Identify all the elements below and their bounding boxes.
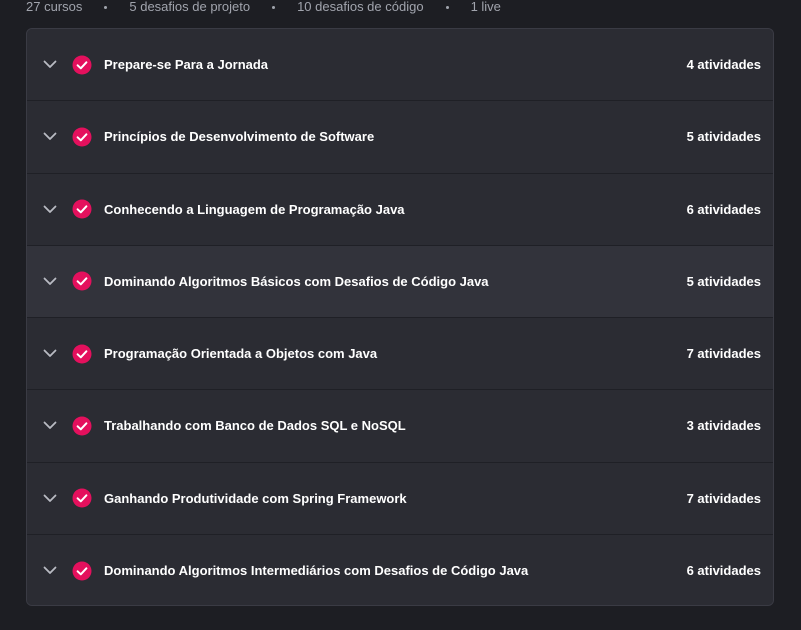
module-title: Ganhando Produtividade com Spring Framew… <box>104 490 407 506</box>
module-activity-count: 6 atividades <box>686 201 761 217</box>
chevron-down-icon[interactable] <box>41 489 59 507</box>
check-circle-icon <box>72 416 92 436</box>
check-circle-icon <box>72 55 92 75</box>
module-row[interactable]: Prepare-se Para a Jornada 4 atividades <box>27 29 773 102</box>
module-row[interactable]: Dominando Algoritmos Intermediários com … <box>27 534 773 605</box>
module-list: Prepare-se Para a Jornada 4 atividades Pri… <box>26 28 774 606</box>
module-row[interactable]: Programação Orientada a Objetos com Java… <box>27 318 773 391</box>
module-activity-count: 4 atividades <box>686 57 761 73</box>
module-row[interactable]: Conhecendo a Linguagem de Programação Ja… <box>27 173 773 246</box>
module-activity-count: 7 atividades <box>686 346 761 362</box>
module-title: Dominando Algoritmos Básicos com Desafio… <box>104 273 489 289</box>
chevron-down-icon[interactable] <box>41 200 59 218</box>
check-circle-icon <box>72 488 92 508</box>
track-stats: 27 cursos 5 desafios de projeto 10 desaf… <box>26 0 501 15</box>
check-circle-icon <box>72 344 92 364</box>
separator-dot <box>104 5 108 9</box>
chevron-down-icon[interactable] <box>41 128 59 146</box>
module-row[interactable]: Dominando Algoritmos Básicos com Desafio… <box>27 245 773 318</box>
module-activity-count: 5 atividades <box>686 129 761 145</box>
chevron-down-icon[interactable] <box>41 56 59 74</box>
module-title: Prepare-se Para a Jornada <box>104 57 269 73</box>
module-title: Conhecendo a Linguagem de Programação Ja… <box>104 201 405 217</box>
chevron-down-icon[interactable] <box>41 345 59 363</box>
module-title: Trabalhando com Banco de Dados SQL e NoS… <box>104 418 406 434</box>
stat-project-challenges: 5 desafios de projeto <box>129 0 251 14</box>
module-activity-count: 5 atividades <box>686 273 761 289</box>
check-circle-icon <box>72 127 92 147</box>
module-title: Princípios de Desenvolvimento de Softwar… <box>104 129 375 145</box>
stat-code-challenges: 10 desafios de código <box>297 0 424 14</box>
module-title: Dominando Algoritmos Intermediários com … <box>104 563 529 579</box>
module-row[interactable]: Trabalhando com Banco de Dados SQL e NoS… <box>27 390 773 463</box>
module-row[interactable]: Princípios de Desenvolvimento de Softwar… <box>27 101 773 174</box>
chevron-down-icon[interactable] <box>41 272 59 290</box>
module-activity-count: 7 atividades <box>686 490 761 506</box>
chevron-down-icon[interactable] <box>41 417 59 435</box>
check-circle-icon <box>72 271 92 291</box>
module-row[interactable]: Ganhando Produtividade com Spring Framew… <box>27 462 773 535</box>
chevron-down-icon[interactable] <box>41 562 59 580</box>
module-activity-count: 6 atividades <box>686 563 761 579</box>
check-circle-icon <box>72 199 92 219</box>
check-circle-icon <box>72 561 92 581</box>
stat-courses: 27 cursos <box>26 0 83 14</box>
module-title: Programação Orientada a Objetos com Java <box>104 346 378 362</box>
separator-dot <box>272 5 276 9</box>
separator-dot <box>445 5 449 9</box>
module-activity-count: 3 atividades <box>686 418 761 434</box>
stat-lives: 1 live <box>470 0 501 14</box>
